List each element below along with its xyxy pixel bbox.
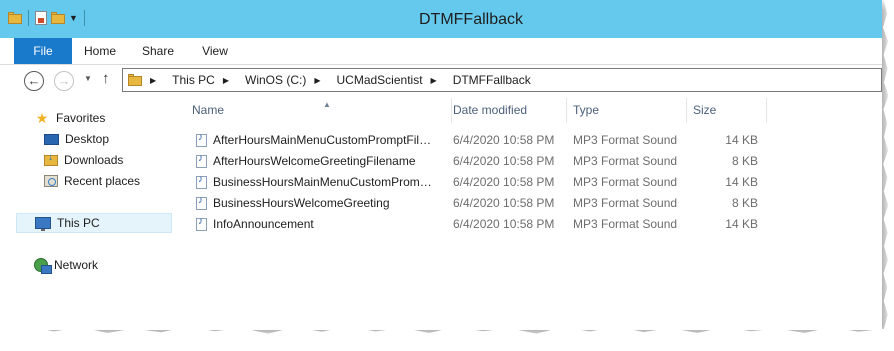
ribbon-tabs: File Home Share View bbox=[0, 38, 882, 65]
mp3-file-icon bbox=[196, 195, 207, 210]
file-name: InfoAnnouncement bbox=[213, 217, 314, 231]
recent-places-icon bbox=[44, 175, 58, 187]
tab-file[interactable]: File bbox=[14, 38, 72, 64]
mp3-file-icon bbox=[196, 174, 207, 189]
breadcrumb-current[interactable]: DTMFFallback bbox=[453, 73, 531, 87]
file-date: 6/4/2020 10:58 PM bbox=[453, 196, 555, 210]
nav-this-pc[interactable]: This PC bbox=[16, 213, 172, 233]
tab-view[interactable]: View bbox=[195, 38, 235, 64]
column-header-name[interactable]: ▲ Name bbox=[186, 98, 452, 123]
nav-network[interactable]: Network bbox=[34, 255, 98, 275]
file-list: ▲ Name Date modified Type Size AfterHour… bbox=[176, 98, 882, 330]
column-label: Size bbox=[693, 103, 717, 117]
nav-label: Recent places bbox=[64, 174, 141, 188]
file-row[interactable]: AfterHoursWelcomeGreetingFilename 6/4/20… bbox=[176, 151, 882, 172]
forward-button[interactable]: → bbox=[54, 71, 74, 91]
mp3-file-icon bbox=[196, 132, 207, 147]
column-header-date[interactable]: Date modified bbox=[447, 98, 567, 123]
breadcrumb-label: This PC bbox=[172, 73, 215, 87]
column-header-type[interactable]: Type bbox=[567, 98, 687, 123]
folder-icon bbox=[128, 74, 142, 86]
window-title: DTMFFallback bbox=[418, 11, 523, 28]
mp3-file-icon bbox=[196, 216, 207, 231]
file-date: 6/4/2020 10:58 PM bbox=[453, 175, 555, 189]
nav-label: Downloads bbox=[64, 153, 124, 167]
file-type: MP3 Format Sound bbox=[573, 154, 678, 168]
star-icon: ★ bbox=[35, 110, 49, 126]
breadcrumb-drive[interactable]: WinOS (C:) bbox=[245, 73, 306, 87]
file-row[interactable]: BusinessHoursWelcomeGreeting 6/4/2020 10… bbox=[176, 193, 882, 214]
file-date: 6/4/2020 10:58 PM bbox=[453, 133, 555, 147]
nav-label: Network bbox=[54, 258, 99, 272]
file-type: MP3 Format Sound bbox=[573, 196, 678, 210]
breadcrumb-label: WinOS (C:) bbox=[245, 73, 307, 87]
file-name: BusinessHoursWelcomeGreeting bbox=[213, 196, 390, 210]
column-header-size[interactable]: Size bbox=[687, 98, 767, 123]
file-size: 8 KB bbox=[731, 154, 758, 168]
column-label: Type bbox=[573, 103, 600, 117]
title-bar: ▼ DTMFFallback bbox=[0, 0, 882, 38]
nav-label: Favorites bbox=[56, 111, 106, 125]
breadcrumb-label: DTMFFallback bbox=[452, 73, 531, 87]
file-size: 14 KB bbox=[725, 175, 758, 189]
network-icon bbox=[34, 258, 52, 274]
file-date: 6/4/2020 10:58 PM bbox=[453, 154, 555, 168]
file-type: MP3 Format Sound bbox=[573, 217, 678, 231]
column-label: Name bbox=[192, 103, 225, 117]
breadcrumb-separator[interactable]: ▶ bbox=[223, 76, 237, 85]
nav-recent-places[interactable]: Recent places bbox=[44, 171, 140, 191]
file-size: 14 KB bbox=[725, 133, 758, 147]
breadcrumb-separator[interactable]: ▶ bbox=[431, 76, 445, 85]
address-bar[interactable]: ▶ This PC ▶ WinOS (C:) ▶ UCMadScientist … bbox=[122, 68, 882, 92]
file-type: MP3 Format Sound bbox=[573, 175, 678, 189]
nav-label: This PC bbox=[57, 216, 100, 230]
breadcrumb-folder[interactable]: UCMadScientist bbox=[337, 73, 423, 87]
navigation-pane: ★ Favorites Desktop Downloads Recent pla… bbox=[0, 98, 172, 330]
downloads-icon bbox=[44, 152, 58, 166]
computer-icon bbox=[35, 217, 51, 231]
file-row[interactable]: InfoAnnouncement 6/4/2020 10:58 PM MP3 F… bbox=[176, 214, 882, 235]
breadcrumb-separator[interactable]: ▶ bbox=[314, 76, 328, 85]
breadcrumb-this-pc[interactable]: This PC bbox=[172, 73, 215, 87]
file-size: 8 KB bbox=[731, 196, 758, 210]
nav-label: Desktop bbox=[65, 132, 110, 146]
tab-home[interactable]: Home bbox=[80, 38, 120, 64]
file-date: 6/4/2020 10:58 PM bbox=[453, 217, 555, 231]
file-row[interactable]: AfterHoursMainMenuCustomPromptFile... 6/… bbox=[176, 130, 882, 151]
file-name: AfterHoursWelcomeGreetingFilename bbox=[213, 154, 416, 168]
file-name: BusinessHoursMainMenuCustomPrompt... bbox=[213, 175, 435, 189]
column-label: Date modified bbox=[453, 103, 528, 117]
file-name: AfterHoursMainMenuCustomPromptFile... bbox=[213, 133, 435, 147]
up-arrow-icon[interactable]: ↑ bbox=[102, 70, 110, 87]
breadcrumb-label: UCMadScientist bbox=[336, 73, 423, 87]
tab-share[interactable]: Share bbox=[138, 38, 178, 64]
recent-locations-dropdown-icon[interactable]: ▼ bbox=[84, 74, 92, 83]
nav-downloads[interactable]: Downloads bbox=[44, 150, 123, 170]
file-type: MP3 Format Sound bbox=[573, 133, 678, 147]
breadcrumb-separator[interactable]: ▶ bbox=[150, 76, 164, 85]
navigation-bar: ← → ▼ ↑ ▶ This PC ▶ WinOS (C:) ▶ UCMadSc… bbox=[0, 65, 882, 97]
back-button[interactable]: ← bbox=[24, 71, 44, 91]
sort-ascending-icon: ▲ bbox=[323, 100, 331, 109]
desktop-icon bbox=[44, 133, 59, 145]
file-row[interactable]: BusinessHoursMainMenuCustomPrompt... 6/4… bbox=[176, 172, 882, 193]
nav-desktop[interactable]: Desktop bbox=[44, 129, 109, 149]
explorer-window: ▼ DTMFFallback File Home Share View ← → … bbox=[0, 0, 882, 330]
mp3-file-icon bbox=[196, 153, 207, 168]
file-size: 14 KB bbox=[725, 217, 758, 231]
nav-favorites[interactable]: ★ Favorites bbox=[34, 108, 106, 128]
